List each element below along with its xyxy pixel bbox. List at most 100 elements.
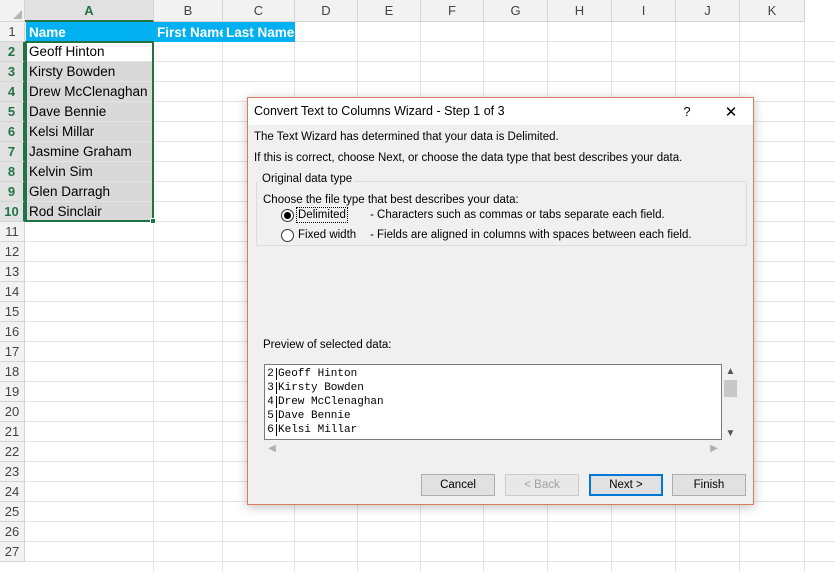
gridline-row: [25, 541, 835, 542]
column-header-h[interactable]: H: [548, 0, 612, 22]
fill-handle[interactable]: [150, 218, 156, 224]
row-header-27[interactable]: 27: [0, 542, 25, 562]
column-header-i[interactable]: I: [612, 0, 676, 22]
preview-row: 5 Dave Bennie: [265, 409, 351, 423]
gridline-row: [25, 561, 835, 562]
row-header-23[interactable]: 23: [0, 462, 25, 482]
name-cell[interactable]: Kelvin Sim: [26, 162, 153, 181]
scroll-down-icon[interactable]: ▼: [722, 426, 739, 440]
row-header-26[interactable]: 26: [0, 522, 25, 542]
scroll-right-icon[interactable]: ▶: [706, 440, 722, 456]
finish-button[interactable]: Finish: [672, 474, 746, 496]
name-cell[interactable]: Rod Sinclair: [26, 202, 153, 221]
group-label: Original data type: [260, 173, 355, 185]
preview-row: 3 Kirsty Bowden: [265, 381, 364, 395]
choose-file-type-text: Choose the file type that best describes…: [263, 194, 519, 206]
gridline-row: [25, 521, 835, 522]
preview-row-text: Kelsi Millar: [278, 424, 358, 436]
row-header-22[interactable]: 22: [0, 442, 25, 462]
scroll-thumb[interactable]: [724, 380, 737, 397]
dialog-titlebar[interactable]: Convert Text to Columns Wizard - Step 1 …: [248, 98, 753, 125]
column-header-k[interactable]: K: [740, 0, 805, 22]
column-header-j[interactable]: J: [676, 0, 740, 22]
column-header-e[interactable]: E: [358, 0, 421, 22]
row-header-18[interactable]: 18: [0, 362, 25, 382]
name-cell[interactable]: Drew McClenaghan: [26, 82, 153, 101]
next-button[interactable]: Next >: [589, 474, 663, 496]
name-cell[interactable]: Jasmine Graham: [26, 142, 153, 161]
scroll-left-icon[interactable]: ◀: [264, 440, 280, 456]
preview-row-number: 5: [265, 410, 277, 422]
data-preview[interactable]: 2 Geoff Hinton 3 Kirsty Bowden 4 Drew McClena…: [264, 364, 722, 440]
column-header-d[interactable]: D: [295, 0, 358, 22]
gridline-column: [153, 22, 154, 572]
dialog-title: Convert Text to Columns Wizard - Step 1 …: [254, 104, 505, 118]
text-to-columns-dialog: Convert Text to Columns Wizard - Step 1 …: [247, 97, 754, 505]
preview-horizontal-scrollbar[interactable]: ◀ ▶: [264, 440, 722, 456]
row-header-9[interactable]: 9: [0, 182, 25, 202]
preview-label: Preview of selected data:: [263, 339, 392, 351]
scroll-up-icon[interactable]: ▲: [722, 364, 739, 378]
fixed-width-description: - Fields are aligned in columns with spa…: [370, 229, 692, 241]
preview-row: 2 Geoff Hinton: [265, 367, 357, 381]
row-header-7[interactable]: 7: [0, 142, 25, 162]
cancel-button[interactable]: Cancel: [421, 474, 495, 496]
column-header-c[interactable]: C: [223, 0, 295, 22]
cell-b1[interactable]: First Name: [154, 22, 227, 42]
row-header-16[interactable]: 16: [0, 322, 25, 342]
row-header-12[interactable]: 12: [0, 242, 25, 262]
row-header-10[interactable]: 10: [0, 202, 25, 222]
row-header-3[interactable]: 3: [0, 62, 25, 82]
cell-a1[interactable]: Name: [26, 22, 154, 42]
intro-text-1: The Text Wizard has determined that your…: [254, 131, 559, 143]
delimited-radio[interactable]: [281, 209, 294, 222]
column-header-a[interactable]: A: [25, 0, 154, 22]
preview-row-text: Geoff Hinton: [278, 368, 358, 380]
row-header-20[interactable]: 20: [0, 402, 25, 422]
preview-row: 6 Kelsi Millar: [265, 423, 357, 437]
row-header-5[interactable]: 5: [0, 102, 25, 122]
preview-row-number: 4: [265, 396, 277, 408]
preview-vertical-scrollbar[interactable]: ▲ ▼: [722, 364, 739, 440]
row-header-6[interactable]: 6: [0, 122, 25, 142]
preview-row-number: 2: [265, 368, 277, 380]
cell-c1[interactable]: Last Name: [223, 22, 295, 42]
help-icon[interactable]: ?: [672, 98, 702, 125]
gridline-column: [222, 22, 223, 572]
row-header-14[interactable]: 14: [0, 282, 25, 302]
preview-row: 4 Drew McClenaghan: [265, 395, 384, 409]
row-header-19[interactable]: 19: [0, 382, 25, 402]
row-header-1[interactable]: 1: [0, 22, 25, 42]
preview-row-text: Drew McClenaghan: [278, 396, 384, 408]
select-all-corner[interactable]: [0, 0, 25, 22]
column-header-g[interactable]: G: [484, 0, 548, 22]
row-header-15[interactable]: 15: [0, 302, 25, 322]
close-icon[interactable]: ✕: [716, 98, 746, 125]
preview-row-text: Kirsty Bowden: [278, 382, 364, 394]
name-cell[interactable]: Glen Darragh: [26, 182, 153, 201]
back-button[interactable]: < Back: [505, 474, 579, 496]
row-header-17[interactable]: 17: [0, 342, 25, 362]
row-header-13[interactable]: 13: [0, 262, 25, 282]
preview-row-number: 6: [265, 424, 277, 436]
gridline-column: [804, 22, 805, 572]
row-header-4[interactable]: 4: [0, 82, 25, 102]
name-cell[interactable]: Geoff Hinton: [26, 42, 153, 61]
column-header-b[interactable]: B: [154, 0, 223, 22]
row-header-2[interactable]: 2: [0, 42, 25, 62]
name-cell[interactable]: Kelsi Millar: [26, 122, 153, 141]
column-header-f[interactable]: F: [421, 0, 484, 22]
preview-row-number: 3: [265, 382, 277, 394]
fixed-width-radio[interactable]: [281, 229, 294, 242]
row-header-21[interactable]: 21: [0, 422, 25, 442]
name-cell[interactable]: Kirsty Bowden: [26, 62, 153, 81]
delimited-label[interactable]: Delimited: [296, 207, 348, 223]
delimited-description: - Characters such as commas or tabs sepa…: [370, 209, 665, 221]
row-header-8[interactable]: 8: [0, 162, 25, 182]
row-header-24[interactable]: 24: [0, 482, 25, 502]
row-header-25[interactable]: 25: [0, 502, 25, 522]
row-header-11[interactable]: 11: [0, 222, 25, 242]
name-cell[interactable]: Dave Bennie: [26, 102, 153, 121]
preview-row-text: Dave Bennie: [278, 410, 351, 422]
fixed-width-label[interactable]: Fixed width: [298, 229, 356, 241]
